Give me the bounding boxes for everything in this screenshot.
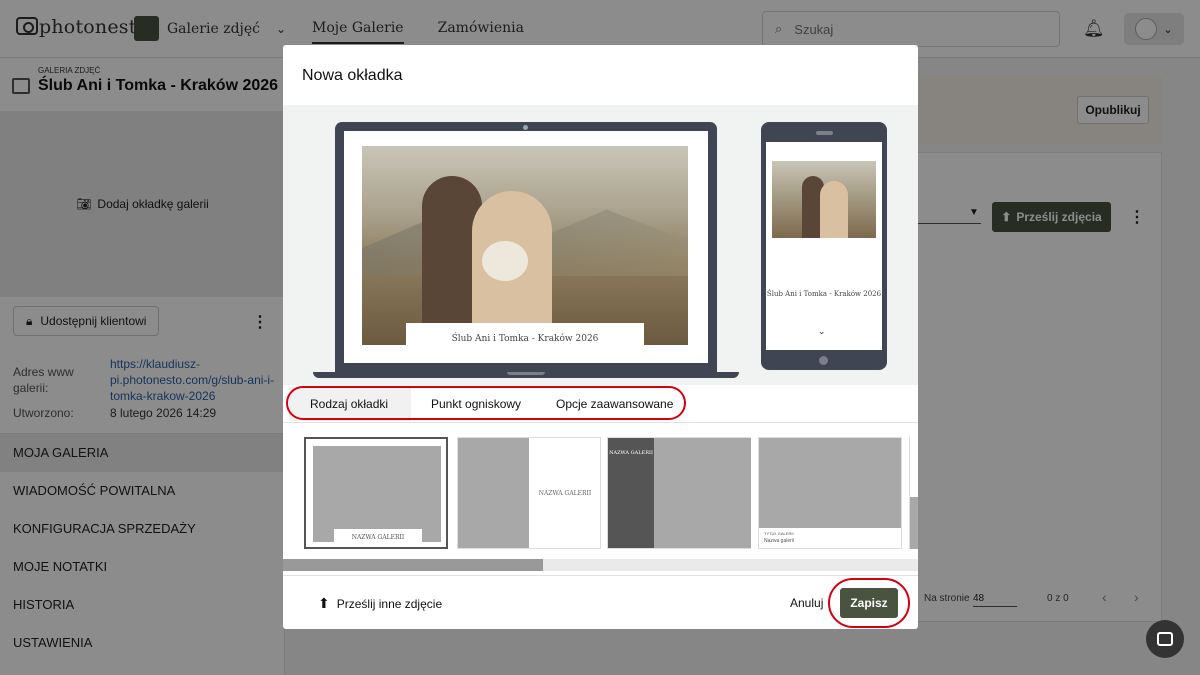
cover-photo [362, 146, 688, 345]
chat-icon [1157, 632, 1173, 646]
cover-layout-option[interactable]: NAZWA GALERII [304, 437, 448, 549]
cover-layout-list: NAZWA GALERII NAZWA GALERII NAZWA GALERI… [283, 423, 918, 573]
cover-preview: Ślub Ani i Tomka - Kraków 2026 Ślub Ani … [283, 105, 918, 385]
cover-layout-option[interactable] [909, 437, 918, 549]
phone-screen: Ślub Ani i Tomka - Kraków 2026 ⌄ [766, 142, 882, 350]
scrollbar-thumb[interactable] [283, 559, 543, 571]
cover-caption: Ślub Ani i Tomka - Kraków 2026 [406, 323, 644, 355]
cover-layout-option[interactable]: TYTUŁ GALERII Nazwa galerii [758, 437, 902, 549]
laptop-preview: Ślub Ani i Tomka - Kraków 2026 [313, 122, 739, 378]
webcam-dot [523, 125, 528, 130]
cover-layout-option[interactable]: NAZWA GALERII [607, 437, 751, 549]
save-highlight-annotation [828, 578, 910, 628]
phone-preview: Ślub Ani i Tomka - Kraków 2026 ⌄ [761, 122, 887, 370]
horizontal-scrollbar[interactable] [283, 559, 918, 571]
phone-cover-caption: Ślub Ani i Tomka - Kraków 2026 [766, 290, 882, 298]
laptop-screen: Ślub Ani i Tomka - Kraków 2026 [344, 131, 708, 363]
dialog-title: Nowa okładka [302, 67, 403, 84]
layout-label: NAZWA GALERII [334, 529, 422, 545]
chat-button[interactable] [1146, 620, 1184, 658]
layout-name: Nazwa galerii [764, 538, 795, 544]
phone-cover-photo [772, 161, 876, 238]
new-cover-dialog: Nowa okładka Ślub Ani i Tomka - Kraków 2… [283, 45, 918, 629]
upload-other-label: Prześlij inne zdjęcie [336, 596, 443, 611]
cancel-button[interactable]: Anuluj [790, 596, 823, 610]
upload-other-photo-button[interactable]: ⬆ Prześlij inne zdjęcie [318, 595, 442, 612]
layout-label: NAZWA GALERII [538, 490, 592, 497]
chevron-down-icon: ⌄ [818, 326, 826, 336]
layout-label: TYTUŁ GALERII [764, 531, 794, 536]
cover-layout-option[interactable]: NAZWA GALERII [457, 437, 601, 549]
dialog-footer: ⬆ Prześlij inne zdjęcie Anuluj Zapisz [283, 575, 918, 629]
tabs-highlight-annotation [286, 386, 686, 420]
layout-label: NAZWA GALERII [609, 450, 653, 456]
upload-icon: ⬆ [318, 595, 330, 611]
